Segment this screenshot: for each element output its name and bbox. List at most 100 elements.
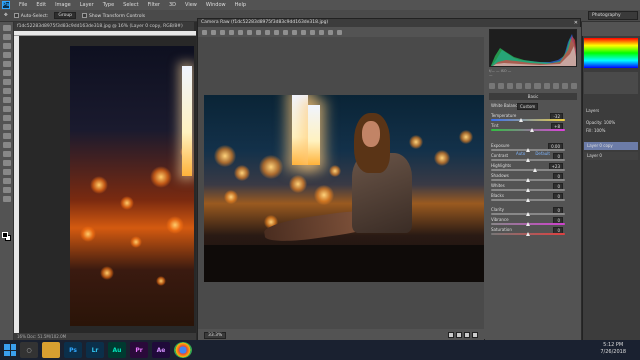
foreground-color-swatch[interactable] (2, 232, 8, 238)
slider-track[interactable] (491, 148, 565, 152)
slider-track[interactable] (491, 118, 565, 122)
rotate-right-icon[interactable] (337, 29, 342, 35)
eraser-tool-icon[interactable] (2, 115, 11, 121)
tab-tone-curve[interactable] (498, 83, 505, 89)
search-icon[interactable]: ○ (20, 342, 38, 358)
auto-select-dropdown[interactable]: Group (54, 12, 77, 19)
after-effects-taskbar-icon[interactable]: Ae (152, 342, 170, 358)
menu-filter[interactable]: Filter (148, 2, 160, 8)
menu-window[interactable]: Window (206, 2, 226, 8)
lightroom-taskbar-icon[interactable]: Lr (86, 342, 104, 358)
slider-whites[interactable]: Whites 0 (489, 183, 577, 193)
menu-type[interactable]: Type (103, 2, 114, 8)
slider-thumb[interactable] (533, 168, 538, 172)
hand-tool-icon[interactable] (2, 187, 11, 193)
tab-presets[interactable] (561, 83, 568, 89)
menu-view[interactable]: View (185, 2, 197, 8)
pen-tool-icon[interactable] (2, 151, 11, 157)
slider-track[interactable] (491, 168, 565, 172)
slider-track[interactable] (491, 128, 565, 132)
shape-tool-icon[interactable] (2, 178, 11, 184)
hand-icon[interactable] (211, 29, 216, 35)
slider-tint[interactable]: Tint +8 (489, 123, 577, 133)
tab-basic[interactable] (489, 83, 496, 89)
menu-edit[interactable]: Edit (36, 2, 46, 8)
slider-blacks[interactable]: Blacks 0 (489, 193, 577, 203)
tab-hsl[interactable] (516, 83, 523, 89)
camera-raw-preview-image[interactable] (204, 95, 484, 282)
slider-thumb[interactable] (526, 158, 530, 162)
slider-thumb[interactable] (526, 188, 530, 192)
radial-filter-icon[interactable] (310, 29, 315, 35)
brush-tool-icon[interactable] (2, 88, 11, 94)
color-picker[interactable] (584, 38, 638, 68)
show-transform-checkbox[interactable]: Show Transform Controls (82, 12, 145, 19)
zoom-tool-icon[interactable] (2, 196, 11, 202)
zoom-level-dropdown[interactable]: 33.3% (204, 331, 227, 339)
type-tool-icon[interactable] (2, 160, 11, 166)
tab-lens[interactable] (534, 83, 541, 89)
menu-file[interactable]: File (19, 2, 27, 8)
slider-thumb[interactable] (526, 212, 530, 216)
transform-icon[interactable] (265, 29, 270, 35)
tab-detail[interactable] (507, 83, 514, 89)
preferences-icon[interactable] (319, 29, 324, 35)
graduated-filter-icon[interactable] (301, 29, 306, 35)
slider-track[interactable] (491, 198, 565, 202)
tab-split-toning[interactable] (525, 83, 532, 89)
marquee-tool-icon[interactable] (2, 34, 11, 40)
premiere-taskbar-icon[interactable]: Pr (130, 342, 148, 358)
slider-thumb[interactable] (526, 178, 530, 182)
crop-tool-icon[interactable] (2, 61, 11, 67)
view-swap-icon[interactable] (464, 332, 470, 338)
slider-contrast[interactable]: Contrast 0 (489, 153, 577, 163)
red-eye-icon[interactable] (283, 29, 288, 35)
slider-shadows[interactable]: Shadows 0 (489, 173, 577, 183)
quick-select-tool-icon[interactable] (2, 52, 11, 58)
layer-row-selected[interactable]: Layer 0 copy (584, 142, 638, 150)
document-tab[interactable]: f1dc52283d8975f3d83c9dd163de318.jpg @ 16… (14, 22, 194, 31)
move-tool-icon[interactable]: ✥ (4, 13, 8, 18)
windows-start-icon[interactable] (4, 344, 16, 356)
spot-removal-icon[interactable] (274, 29, 279, 35)
crop-icon[interactable] (247, 29, 252, 35)
opacity-field[interactable]: Opacity: 100% (586, 120, 615, 125)
slider-track[interactable] (491, 178, 565, 182)
document-photo[interactable] (70, 46, 194, 326)
tab-snapshots[interactable] (570, 83, 577, 89)
system-clock[interactable]: 5:12 PM 7/26/2018 (600, 342, 626, 356)
lasso-tool-icon[interactable] (2, 43, 11, 49)
view-single-icon[interactable] (448, 332, 454, 338)
zoom-icon[interactable] (202, 29, 207, 35)
file-explorer-icon[interactable] (42, 342, 60, 358)
audition-taskbar-icon[interactable]: Au (108, 342, 126, 358)
slider-track[interactable] (491, 232, 565, 236)
clone-stamp-tool-icon[interactable] (2, 97, 11, 103)
targeted-adjust-icon[interactable] (238, 29, 243, 35)
rotate-left-icon[interactable] (328, 29, 333, 35)
path-select-tool-icon[interactable] (2, 169, 11, 175)
move-tool-icon[interactable] (2, 25, 11, 31)
history-brush-tool-icon[interactable] (2, 106, 11, 112)
view-before-after-icon[interactable] (456, 332, 462, 338)
menu-3d[interactable]: 3D (169, 2, 176, 8)
menu-layer[interactable]: Layer (80, 2, 94, 8)
slider-thumb[interactable] (529, 128, 534, 132)
slider-track[interactable] (491, 158, 565, 162)
straighten-icon[interactable] (256, 29, 261, 35)
slider-track[interactable] (491, 212, 565, 216)
chrome-taskbar-icon[interactable] (174, 342, 192, 358)
menu-help[interactable]: Help (235, 2, 246, 8)
fill-field[interactable]: Fill: 100% (586, 128, 605, 133)
adjustment-brush-icon[interactable] (292, 29, 297, 35)
eyedropper-tool-icon[interactable] (2, 70, 11, 76)
slider-thumb[interactable] (526, 198, 530, 202)
menu-image[interactable]: Image (55, 2, 71, 8)
color-sampler-icon[interactable] (229, 29, 234, 35)
white-balance-dropdown[interactable]: Custom (517, 103, 539, 110)
tab-effects[interactable] (543, 83, 550, 89)
layer-row[interactable]: Layer 0 (584, 152, 638, 160)
slider-saturation[interactable]: Saturation 0 (489, 227, 577, 237)
slider-highlights[interactable]: Highlights +23 (489, 163, 577, 173)
slider-clarity[interactable]: Clarity 0 (489, 207, 577, 217)
